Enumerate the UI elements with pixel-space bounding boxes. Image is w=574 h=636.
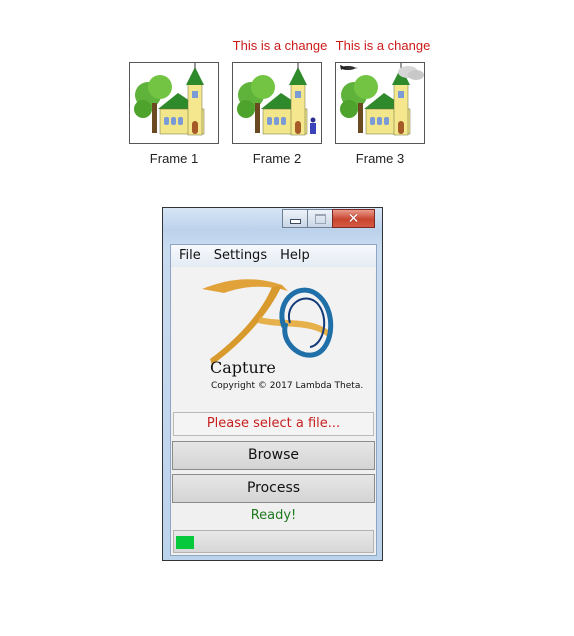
browse-button[interactable]: Browse	[172, 441, 375, 470]
close-icon: ✕	[347, 210, 360, 227]
frame-strip: Frame 1 This is a change Frame 2 This is…	[0, 0, 574, 180]
church-image	[340, 63, 424, 136]
frame-2: This is a change Frame 2	[232, 38, 327, 166]
change-note: This is a change	[232, 38, 328, 53]
frame-caption: Frame 1	[149, 151, 199, 166]
capture-window: ✕ File Settings Help Capture Copyright ©…	[162, 207, 383, 561]
ready-status-text: Ready!	[250, 508, 297, 523]
frame-thumbnail	[335, 62, 425, 144]
change-note: This is a change	[335, 38, 431, 53]
file-status-text: Please select a file...	[173, 412, 374, 436]
maximize-icon	[314, 213, 326, 224]
minimize-button[interactable]	[282, 209, 308, 228]
frame-thumbnail	[129, 62, 219, 144]
progress-bar	[173, 530, 374, 553]
maximize-button[interactable]	[307, 209, 333, 228]
window-client-area: File Settings Help Capture Copyright © 2…	[170, 244, 377, 556]
process-button[interactable]: Process	[172, 474, 375, 503]
frame-3: This is a change Frame 3	[335, 38, 430, 166]
church-image	[237, 63, 316, 136]
frame-1: Frame 1	[129, 62, 219, 166]
logo-copyright: Copyright © 2017 Lambda Theta.	[211, 381, 364, 391]
frame-caption: Frame 3	[355, 151, 405, 166]
title-bar[interactable]: ✕	[163, 208, 382, 238]
menu-help[interactable]: Help	[272, 245, 315, 267]
church-image	[134, 63, 205, 136]
app-logo: Capture Copyright © 2017 Lambda Theta.	[172, 267, 375, 411]
minimize-icon	[289, 219, 301, 224]
close-button[interactable]: ✕	[332, 209, 375, 228]
progress-fill	[176, 536, 194, 549]
frame-thumbnail	[232, 62, 322, 144]
menu-settings[interactable]: Settings	[206, 245, 272, 267]
frame-caption: Frame 2	[252, 151, 302, 166]
window-controls: ✕	[282, 209, 375, 229]
menu-bar: File Settings Help	[171, 245, 376, 267]
menu-file[interactable]: File	[171, 245, 206, 267]
logo-title: Capture	[210, 358, 276, 377]
